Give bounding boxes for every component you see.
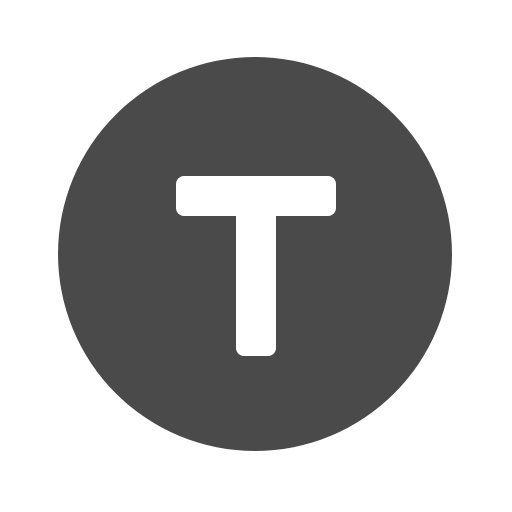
t-stem bbox=[236, 186, 276, 356]
letter-t-circle-icon bbox=[58, 57, 452, 451]
icon-canvas bbox=[0, 0, 512, 512]
